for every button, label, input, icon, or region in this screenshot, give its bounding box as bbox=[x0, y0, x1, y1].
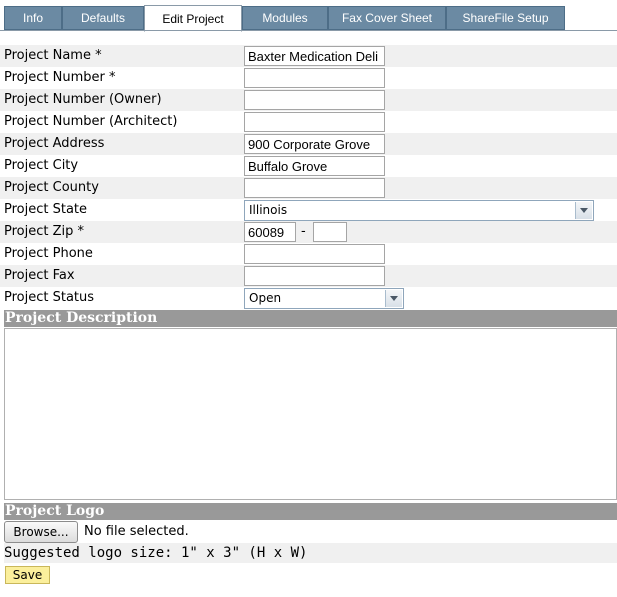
project-phone-label: Project Phone bbox=[4, 246, 93, 261]
project-fax-input[interactable] bbox=[244, 266, 385, 286]
project-status-select[interactable]: Open bbox=[244, 288, 404, 309]
project-logo-header: Project Logo bbox=[4, 503, 617, 520]
row-project-number-owner: Project Number (Owner) bbox=[0, 89, 617, 111]
project-number-owner-input[interactable] bbox=[244, 90, 385, 110]
row-project-city: Project City Buffalo Grove bbox=[0, 155, 617, 177]
project-number-label: Project Number * bbox=[4, 70, 116, 85]
row-project-number: Project Number * bbox=[0, 67, 617, 89]
project-status-value: Open bbox=[249, 291, 282, 305]
tab-divider bbox=[0, 30, 617, 31]
chevron-down-icon[interactable] bbox=[575, 202, 592, 219]
project-city-input[interactable]: Buffalo Grove bbox=[244, 156, 385, 176]
project-address-label: Project Address bbox=[4, 136, 105, 151]
project-number-input[interactable] bbox=[244, 68, 385, 88]
tab-edit-project[interactable]: Edit Project bbox=[144, 5, 242, 32]
file-status-text: No file selected. bbox=[84, 524, 189, 539]
row-project-status: Project Status Open bbox=[0, 287, 617, 309]
project-state-label: Project State bbox=[4, 202, 88, 217]
browse-button[interactable]: Browse... bbox=[4, 521, 78, 543]
tab-bar: Info Defaults Edit Project Modules Fax C… bbox=[4, 5, 617, 32]
project-county-input[interactable] bbox=[244, 178, 385, 198]
project-fax-label: Project Fax bbox=[4, 268, 75, 283]
save-button[interactable]: Save bbox=[5, 566, 50, 584]
project-zip-ext-input[interactable] bbox=[313, 222, 347, 242]
zip-separator: - bbox=[301, 224, 306, 239]
row-project-number-architect: Project Number (Architect) bbox=[0, 111, 617, 133]
row-project-address: Project Address 900 Corporate Grove bbox=[0, 133, 617, 155]
project-number-architect-label: Project Number (Architect) bbox=[4, 114, 178, 129]
tab-defaults[interactable]: Defaults bbox=[62, 6, 144, 30]
project-city-label: Project City bbox=[4, 158, 79, 173]
project-name-label: Project Name * bbox=[4, 48, 102, 63]
project-phone-input[interactable] bbox=[244, 244, 385, 264]
project-address-input[interactable]: 900 Corporate Grove bbox=[244, 134, 385, 154]
row-project-state: Project State Illinois bbox=[0, 199, 617, 221]
row-project-name: Project Name * Baxter Medication Deli bbox=[0, 45, 617, 67]
project-state-value: Illinois bbox=[249, 203, 288, 217]
project-name-input[interactable]: Baxter Medication Deli bbox=[244, 46, 385, 66]
project-zip-input[interactable]: 60089 bbox=[244, 222, 296, 242]
tab-info[interactable]: Info bbox=[4, 6, 62, 30]
chevron-down-icon[interactable] bbox=[385, 290, 402, 307]
tab-sharefile-setup[interactable]: ShareFile Setup bbox=[446, 6, 565, 30]
project-number-architect-input[interactable] bbox=[244, 112, 385, 132]
project-description-textarea[interactable] bbox=[4, 328, 617, 500]
row-project-fax: Project Fax bbox=[0, 265, 617, 287]
project-county-label: Project County bbox=[4, 180, 99, 195]
project-description-header: Project Description bbox=[4, 310, 617, 327]
row-project-phone: Project Phone bbox=[0, 243, 617, 265]
project-zip-label: Project Zip * bbox=[4, 224, 85, 239]
row-project-zip: Project Zip * 60089 - bbox=[0, 221, 617, 243]
logo-size-hint: Suggested logo size: 1" x 3" (H x W) bbox=[4, 545, 308, 561]
tab-modules[interactable]: Modules bbox=[242, 6, 328, 30]
project-status-label: Project Status bbox=[4, 290, 95, 305]
tab-fax-cover-sheet[interactable]: Fax Cover Sheet bbox=[328, 6, 446, 30]
project-state-select[interactable]: Illinois bbox=[244, 200, 594, 221]
row-project-county: Project County bbox=[0, 177, 617, 199]
project-number-owner-label: Project Number (Owner) bbox=[4, 92, 162, 107]
